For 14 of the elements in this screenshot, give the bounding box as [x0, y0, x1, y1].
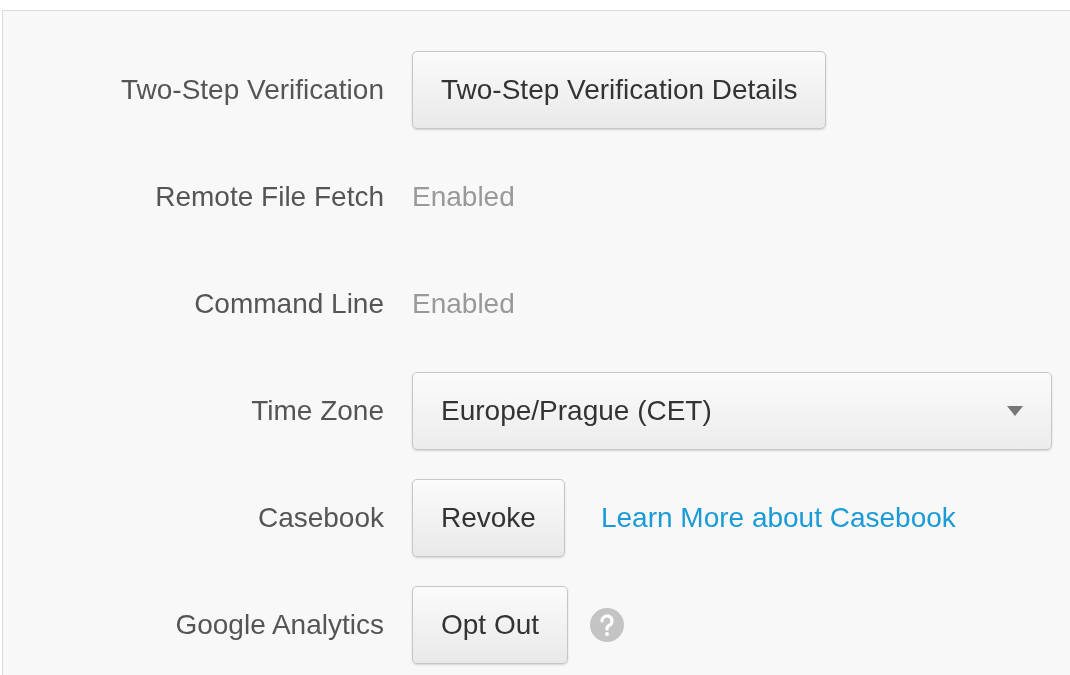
status-text: Enabled — [412, 180, 515, 213]
dropdown-arrow-icon — [1007, 405, 1023, 416]
setting-label: Google Analytics — [174, 608, 384, 641]
status-text: Enabled — [412, 287, 515, 320]
time-zone-dropdown[interactable]: Europe/Prague (CET) — [412, 371, 1052, 450]
action-button[interactable]: Opt Out — [412, 585, 569, 664]
action-button[interactable]: Two-Step Verification Details — [412, 50, 827, 129]
setting-label: Casebook — [256, 501, 384, 534]
setting-label: Remote File Fetch — [154, 180, 384, 213]
help-icon[interactable] — [590, 607, 625, 642]
setting-label: Two-Step Verification — [119, 73, 384, 106]
setting-label: Command Line — [193, 287, 384, 320]
setting-label: Time Zone — [250, 394, 384, 427]
action-button[interactable]: Revoke — [412, 478, 565, 557]
